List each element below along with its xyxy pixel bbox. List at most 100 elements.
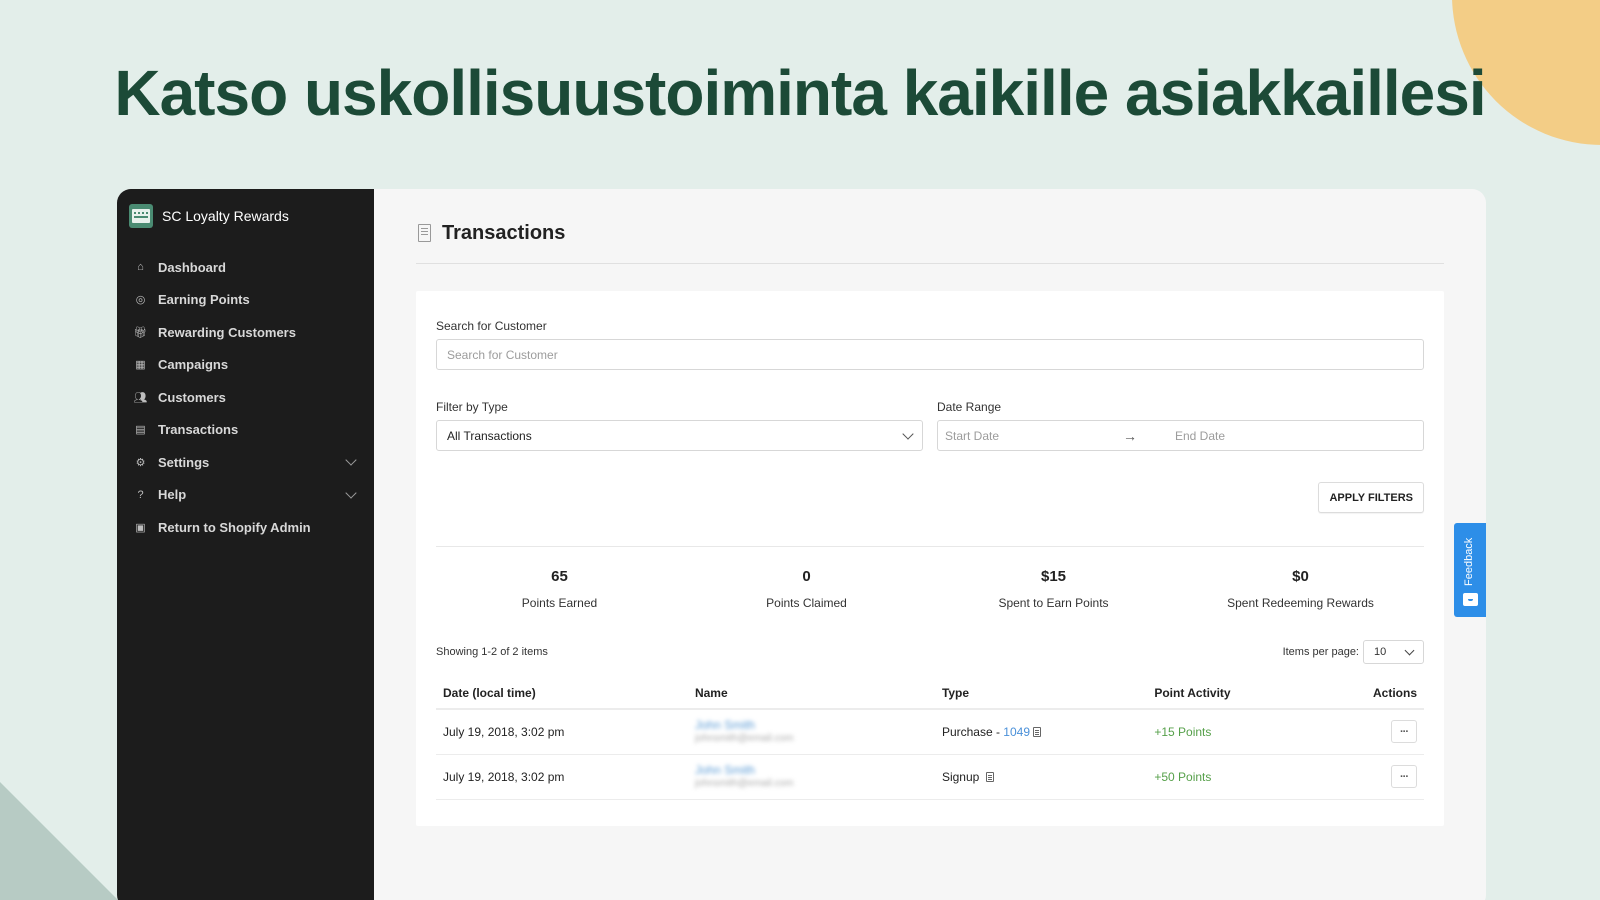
cell-name: John Smith johnsmith@email.com [687,754,935,800]
cell-name: John Smith johnsmith@email.com [687,709,935,755]
filter-type-label: Filter by Type [436,400,508,414]
items-per-page-select[interactable]: 10 [1363,640,1424,664]
receipt-icon: ▤ [135,424,146,437]
customer-name-link[interactable]: John Smith [695,763,928,777]
sidebar-item-label: Return to Shopify Admin [158,519,311,535]
stat-value: 65 [551,568,568,585]
filter-row: Filter by Type All Transactions Date Ran… [436,400,1424,451]
cell-type: Purchase - 1049 [934,709,1148,755]
customer-name-link[interactable]: John Smith [695,718,928,732]
type-label: Signup [941,769,980,784]
feedback-tab[interactable]: Feedback [1454,523,1486,617]
sidebar-item-campaigns[interactable]: ▦ Campaigns [117,349,374,382]
filter-type-select[interactable]: All Transactions [436,420,923,451]
customer-email: johnsmith@email.com [694,732,794,744]
stat-value: $0 [1292,568,1309,585]
start-date-input[interactable]: Start Date [945,429,1105,443]
page-header: Transactions [416,189,1444,264]
search-input[interactable]: Search for Customer [436,339,1424,370]
date-range-label: Date Range [937,400,1002,414]
stat-points-claimed: 0 Points Claimed [683,568,930,610]
sidebar-item-settings[interactable]: ⚙ Settings [117,446,374,479]
transactions-table: Date (local time) Name Type Point Activi… [436,680,1424,800]
brand-name: SC Loyalty Rewards [162,208,289,224]
cell-type: Signup [934,754,1148,800]
stat-spent-redeeming: $0 Spent Redeeming Rewards [1177,568,1424,610]
filter-type-group: Filter by Type All Transactions [436,400,923,451]
end-date-input[interactable]: End Date [1175,429,1225,443]
list-meta: Showing 1-2 of 2 items Items per page: 1… [436,640,1424,664]
arrow-right-icon: → [1123,427,1137,444]
receipt-icon [418,224,431,242]
more-actions-button[interactable]: ··· [1391,720,1417,744]
stat-value: $15 [1040,568,1067,585]
headline: Katso uskollisuustoiminta kaikille asiak… [114,57,1486,129]
sidebar-nav: ⌂ Dashboard ◎ Earning Points 🎁︎ Rewardin… [117,251,374,544]
sidebar-item-label: Customers [158,389,226,405]
table-row: July 19, 2018, 3:02 pm John Smith johnsm… [436,709,1424,755]
column-header-date[interactable]: Date (local time) [436,680,688,710]
column-header-type[interactable]: Type [934,680,1148,710]
sidebar-item-label: Transactions [158,422,239,438]
sidebar-item-help[interactable]: ? Help [117,479,374,512]
store-icon: ▣ [135,521,146,534]
copy-icon[interactable] [1033,726,1041,737]
transactions-card: Search for Customer Search for Customer … [416,291,1444,826]
sidebar-item-label: Settings [158,454,210,470]
stat-label: Points Claimed [766,596,847,610]
column-header-actions: Actions [1315,680,1424,710]
apply-row: APPLY FILTERS [436,482,1424,547]
home-icon: ⌂ [137,261,144,274]
sidebar-item-transactions[interactable]: ▤ Transactions [117,414,374,447]
calendar-icon: ▦ [135,359,146,372]
page-title: Transactions [442,221,566,244]
apply-filters-button[interactable]: APPLY FILTERS [1318,482,1424,513]
cell-actions: ··· [1315,709,1424,755]
table-header-row: Date (local time) Name Type Point Activi… [436,680,1424,710]
sidebar: SC Loyalty Rewards ⌂ Dashboard ◎ Earning… [117,189,374,900]
feedback-label: Feedback [1463,537,1475,586]
app-window: SC Loyalty Rewards ⌂ Dashboard ◎ Earning… [117,189,1486,900]
items-per-page-label: Items per page: [1282,646,1359,658]
order-link[interactable]: 1049 [1003,725,1030,739]
sidebar-item-dashboard[interactable]: ⌂ Dashboard [117,251,374,284]
chevron-down-icon[interactable] [345,454,357,466]
app-logo-icon [129,204,153,228]
more-actions-button[interactable]: ··· [1391,765,1417,788]
customer-email: johnsmith@email.com [694,777,794,789]
copy-icon[interactable] [985,771,994,782]
chat-smiley-icon [1463,593,1478,606]
cell-point-activity: +50 Points [1147,754,1316,800]
sidebar-item-earning-points[interactable]: ◎ Earning Points [117,284,374,317]
chevron-down-icon[interactable] [345,487,357,499]
date-range-picker: Start Date → End Date [937,420,1424,451]
brand[interactable]: SC Loyalty Rewards [117,203,374,229]
sidebar-item-return-to-shopify[interactable]: ▣ Return to Shopify Admin [117,511,374,544]
star-circle-icon: ◎ [135,294,146,307]
search-label: Search for Customer [436,319,547,333]
stat-points-earned: 65 Points Earned [436,568,683,610]
cell-actions: ··· [1315,754,1424,800]
sidebar-item-label: Earning Points [158,292,250,308]
stat-spent-to-earn: $15 Spent to Earn Points [930,568,1177,610]
sidebar-item-rewarding-customers[interactable]: 🎁︎ Rewarding Customers [117,316,374,349]
gift-icon: 🎁︎ [133,326,148,339]
search-placeholder: Search for Customer [447,347,558,362]
users-icon: 👥︎ [133,391,148,404]
sidebar-item-customers[interactable]: 👥︎ Customers [117,381,374,414]
column-header-point-activity[interactable]: Point Activity [1147,680,1316,710]
date-range-group: Date Range Start Date → End Date [937,400,1424,451]
column-header-name[interactable]: Name [687,680,935,710]
type-label: Purchase - [941,724,1004,739]
gear-icon: ⚙ [135,456,146,469]
stat-value: 0 [802,568,811,585]
stat-label: Spent Redeeming Rewards [1227,596,1374,610]
cell-date: July 19, 2018, 3:02 pm [436,754,688,800]
filter-type-value: All Transactions [447,428,532,443]
showing-count: Showing 1-2 of 2 items [436,646,548,658]
table-row: July 19, 2018, 3:02 pm John Smith johnsm… [436,754,1424,800]
question-icon: ? [137,488,144,501]
chevron-down-icon [902,427,914,440]
sidebar-item-label: Rewarding Customers [158,324,296,340]
cell-date: July 19, 2018, 3:02 pm [436,709,688,755]
